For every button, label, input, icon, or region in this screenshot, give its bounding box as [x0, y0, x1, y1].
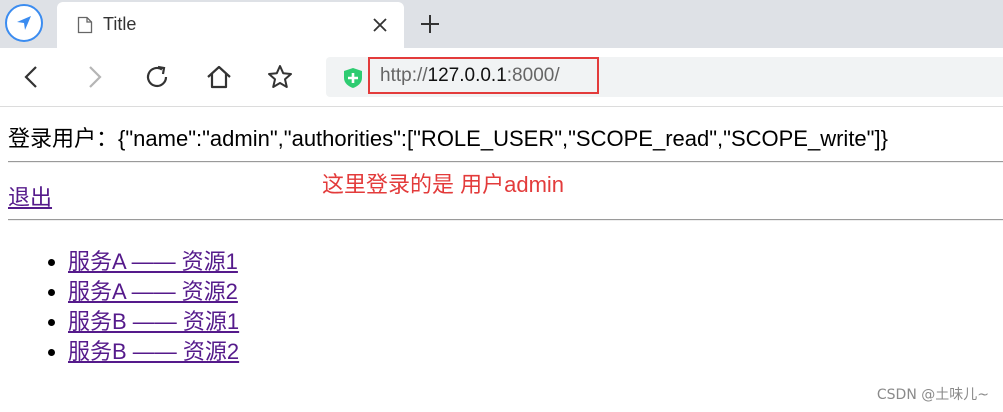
url-scheme: http:// — [380, 65, 428, 86]
home-icon[interactable] — [205, 63, 233, 91]
url-host: 127.0.0.1 — [427, 65, 507, 86]
login-label: 登录用户： — [8, 126, 119, 151]
list-item: 服务B —— 资源1 — [68, 307, 239, 337]
forward-icon[interactable] — [80, 63, 108, 91]
tab-title: Title — [103, 14, 137, 34]
url-port: :8000/ — [506, 65, 560, 86]
watermark: CSDN @土味儿~ — [876, 387, 989, 403]
reload-icon[interactable] — [143, 63, 171, 91]
new-tab-icon[interactable] — [418, 12, 442, 36]
login-value: {"name":"admin","authorities":["ROLE_USE… — [118, 126, 888, 151]
security-shield-icon[interactable] — [342, 67, 364, 89]
service-resource-list: 服务A —— 资源1 服务A —— 资源2 服务B —— 资源1 服务B —— … — [28, 247, 239, 367]
divider — [8, 161, 1003, 163]
list-item: 服务A —— 资源1 — [68, 247, 239, 277]
address-bar[interactable]: http://127.0.0.1:8000/ — [326, 57, 1003, 97]
page-icon — [77, 16, 93, 34]
tab-strip: Title — [0, 0, 1003, 48]
service-a-resource-2-link[interactable]: 服务A —— 资源2 — [68, 279, 238, 304]
logout-link[interactable]: 退出 — [8, 180, 52, 212]
bookmark-star-icon[interactable] — [266, 63, 294, 91]
list-item: 服务A —— 资源2 — [68, 277, 239, 307]
close-tab-icon[interactable] — [371, 16, 389, 34]
browser-logo-icon[interactable] — [5, 4, 43, 42]
annotation-note: 这里登录的是 用户admin — [322, 172, 565, 197]
url-text[interactable]: http://127.0.0.1:8000/ — [368, 57, 599, 94]
service-b-resource-2-link[interactable]: 服务B —— 资源2 — [68, 339, 239, 364]
list-item: 服务B —— 资源2 — [68, 337, 239, 367]
divider — [8, 219, 1003, 221]
service-a-resource-1-link[interactable]: 服务A —— 资源1 — [68, 249, 238, 274]
navigation-arrow-icon — [17, 16, 31, 30]
service-b-resource-1-link[interactable]: 服务B —— 资源1 — [68, 309, 239, 334]
login-user-line: 登录用户：{"name":"admin","authorities":["ROL… — [8, 121, 888, 153]
active-tab[interactable]: Title — [57, 2, 404, 48]
page-content: 登录用户：{"name":"admin","authorities":["ROL… — [0, 107, 1003, 412]
browser-toolbar: http://127.0.0.1:8000/ — [0, 48, 1003, 107]
back-icon[interactable] — [18, 63, 46, 91]
